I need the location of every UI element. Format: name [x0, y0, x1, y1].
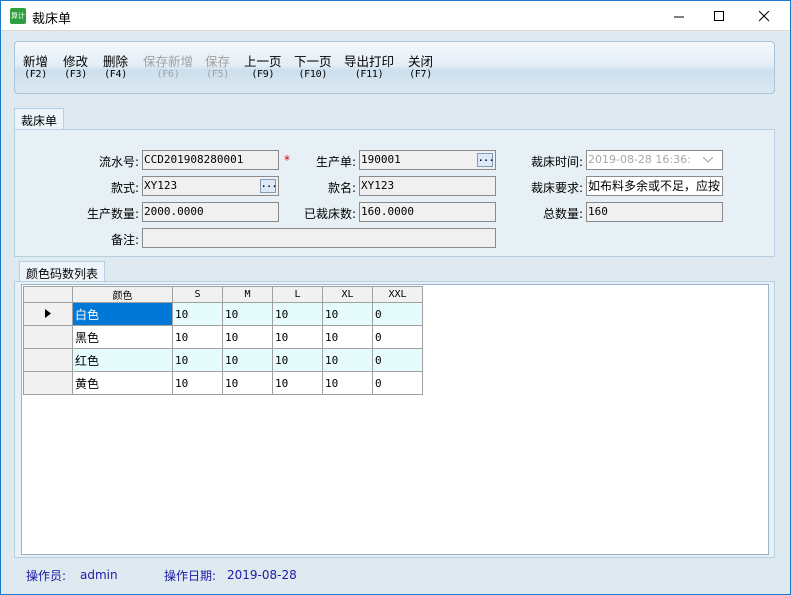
operator-value: admin — [80, 568, 118, 582]
color-size-grid[interactable]: 颜色 S M L XL XXL 白色 10 10 10 10 0 黑色 10 1… — [21, 284, 769, 555]
maximize-button[interactable] — [697, 1, 741, 31]
grid-cell[interactable]: 10 — [172, 325, 223, 349]
tab-cut-order[interactable]: 裁床单 — [14, 108, 64, 129]
operation-date-label: 操作日期: — [164, 569, 217, 583]
grid-cell[interactable]: 白色 — [72, 302, 173, 326]
prod-qty-label: 生产数量: — [86, 207, 139, 221]
save-button[interactable]: 保存 (F5) — [205, 55, 230, 81]
style-field[interactable]: XY123 ... — [142, 176, 279, 196]
cut-qty-label: 已裁床数: — [303, 207, 356, 221]
table-row[interactable]: 白色 10 10 10 10 0 — [23, 302, 423, 326]
close-button[interactable]: 关闭 (F7) — [408, 55, 433, 81]
grid-cell[interactable]: 10 — [222, 371, 273, 395]
title-bar: 算计 裁床单 — [1, 1, 790, 31]
next-page-button[interactable]: 下一页 (F10) — [294, 55, 332, 81]
app-icon: 算计 — [10, 8, 26, 24]
grid-table: 颜色 S M L XL XXL 白色 10 10 10 10 0 黑色 10 1… — [23, 286, 423, 395]
row-header[interactable] — [23, 302, 73, 326]
minimize-icon — [673, 16, 684, 17]
grid-cell[interactable]: 10 — [322, 371, 373, 395]
prev-page-button[interactable]: 上一页 (F9) — [244, 55, 282, 81]
grid-cell[interactable]: 10 — [272, 325, 323, 349]
table-row[interactable]: 黑色 10 10 10 10 0 — [23, 325, 423, 349]
column-header-m[interactable]: M — [222, 286, 273, 303]
order-label: 生产单: — [315, 155, 356, 169]
operation-date-value: 2019-08-28 — [227, 568, 297, 582]
style-value: XY123 — [144, 179, 178, 192]
table-row[interactable]: 红色 10 10 10 10 0 — [23, 348, 423, 372]
toolbar: 新增 (F2) 修改 (F3) 删除 (F4) 保存新增 (F6) 保存 (F5) 上一页… — [14, 41, 775, 94]
cut-time-value: 2019-08-28 16:36: — [588, 153, 691, 166]
requirement-label: 裁床要求: — [530, 181, 583, 195]
close-window-button[interactable] — [742, 1, 786, 31]
total-qty-label: 总数量: — [542, 207, 583, 221]
column-header-l[interactable]: L — [272, 286, 323, 303]
order-lookup-button[interactable]: ... — [477, 153, 494, 167]
grid-corner-header — [23, 286, 73, 303]
column-header-xxl[interactable]: XXL — [372, 286, 423, 303]
row-header[interactable] — [23, 325, 73, 349]
remark-field[interactable] — [142, 228, 496, 248]
grid-cell[interactable]: 10 — [322, 348, 373, 372]
export-print-button[interactable]: 导出打印 (F11) — [344, 55, 394, 81]
grid-cell[interactable]: 0 — [372, 302, 423, 326]
edit-button[interactable]: 修改 (F3) — [63, 55, 88, 81]
window: 算计 裁床单 新增 (F2) 修改 (F3) 删除 (F4) 保存新增 (F6) 保存(… — [0, 0, 791, 595]
grid-cell[interactable]: 0 — [372, 348, 423, 372]
grid-cell[interactable]: 10 — [172, 348, 223, 372]
style-name-label: 款名: — [327, 181, 356, 195]
grid-cell[interactable]: 黄色 — [72, 371, 173, 395]
grid-cell[interactable]: 红色 — [72, 348, 173, 372]
grid-cell[interactable]: 10 — [172, 302, 223, 326]
grid-cell[interactable]: 10 — [222, 302, 273, 326]
minimize-button[interactable] — [657, 1, 701, 31]
row-header[interactable] — [23, 348, 73, 372]
column-header-color[interactable]: 颜色 — [72, 286, 173, 303]
order-value: 190001 — [361, 153, 401, 166]
cut-qty-field[interactable]: 160.0000 — [359, 202, 496, 222]
grid-cell[interactable]: 0 — [372, 325, 423, 349]
grid-cell[interactable]: 10 — [172, 371, 223, 395]
grid-cell[interactable]: 10 — [222, 325, 273, 349]
grid-cell[interactable]: 10 — [322, 325, 373, 349]
chevron-down-icon — [703, 157, 713, 163]
remark-label: 备注: — [110, 233, 139, 247]
required-mark: * — [284, 153, 290, 167]
serial-field[interactable]: CCD201908280001 — [142, 150, 279, 170]
tab-color-size-list[interactable]: 颜色码数列表 — [19, 261, 105, 282]
cut-time-picker[interactable]: 2019-08-28 16:36: — [586, 150, 723, 170]
maximize-icon — [713, 10, 724, 21]
save-new-button[interactable]: 保存新增 (F6) — [143, 55, 193, 81]
row-header[interactable] — [23, 371, 73, 395]
cut-time-label: 裁床时间: — [530, 155, 583, 169]
add-button[interactable]: 新增 (F2) — [23, 55, 48, 81]
order-field[interactable]: 190001 ... — [359, 150, 496, 170]
grid-cell[interactable]: 黑色 — [72, 325, 173, 349]
grid-cell[interactable]: 10 — [322, 302, 373, 326]
grid-cell[interactable]: 10 — [272, 371, 323, 395]
serial-label: 流水号: — [98, 155, 139, 169]
style-name-field[interactable]: XY123 — [359, 176, 496, 196]
column-header-s[interactable]: S — [172, 286, 223, 303]
grid-cell[interactable]: 10 — [222, 348, 273, 372]
table-row[interactable]: 黄色 10 10 10 10 0 — [23, 371, 423, 395]
operator-label: 操作员: — [26, 569, 67, 583]
style-label: 款式: — [110, 181, 139, 195]
delete-button[interactable]: 删除 (F4) — [103, 55, 128, 81]
window-title: 裁床单 — [32, 12, 72, 27]
column-header-xl[interactable]: XL — [322, 286, 373, 303]
grid-cell[interactable]: 0 — [372, 371, 423, 395]
style-lookup-button[interactable]: ... — [260, 179, 277, 193]
prod-qty-field[interactable]: 2000.0000 — [142, 202, 279, 222]
total-qty-field[interactable]: 160 — [586, 202, 723, 222]
grid-cell[interactable]: 10 — [272, 348, 323, 372]
requirement-field[interactable]: 如布料多余或不足，应按 — [586, 176, 723, 196]
grid-cell[interactable]: 10 — [272, 302, 323, 326]
close-icon — [758, 10, 769, 21]
current-row-arrow-icon — [45, 308, 51, 318]
